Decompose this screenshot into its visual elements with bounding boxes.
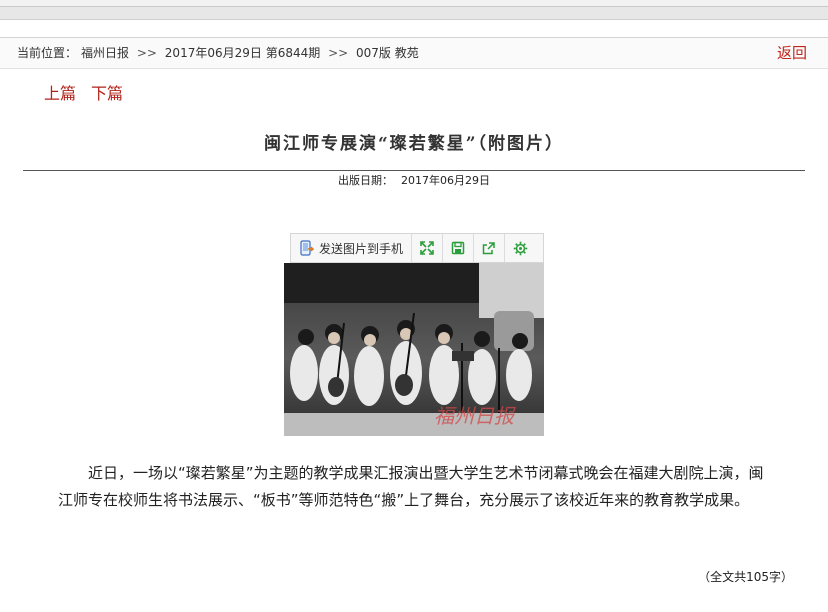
breadcrumb-item-newspaper[interactable]: 福州日报 [81, 46, 129, 60]
back-link[interactable]: 返回 [777, 43, 807, 63]
article-body: 近日，一场以“璨若繁星”为主题的教学成果汇报演出暨大学生艺术节闭幕式晚会在福建大… [58, 464, 764, 509]
share-button[interactable] [474, 234, 506, 262]
image-toolbar: 发送图片到手机 [290, 233, 544, 263]
save-image-button[interactable] [443, 234, 475, 262]
breadcrumb-separator: >> [328, 46, 349, 60]
performance-photo: 福州日报 [284, 263, 544, 436]
publish-date: 出版日期： 2017年06月29日 [0, 173, 828, 189]
publish-date-value: 2017年06月29日 [401, 174, 490, 187]
send-to-phone-button[interactable]: 发送图片到手机 [291, 234, 413, 262]
save-icon [451, 241, 465, 255]
article-title: 闽江师专展演“璨若繁星”（附图片） [263, 134, 565, 154]
share-icon [482, 242, 495, 255]
publish-date-label: 出版日期： [338, 174, 393, 187]
fullscreen-icon [420, 241, 434, 255]
word-count: （全文共105字） [698, 570, 793, 584]
breadcrumb-item-issue[interactable]: 2017年06月29日 第6844期 [165, 46, 320, 60]
breadcrumb-item-page[interactable]: 007版 教苑 [356, 46, 419, 60]
title-divider [23, 170, 805, 171]
article-pager: 上篇 下篇 [44, 84, 138, 104]
article-photo[interactable]: 福州日报 [284, 263, 544, 436]
breadcrumb: 当前位置： 福州日报 >> 2017年06月29日 第6844期 >> 007版 … [17, 45, 423, 61]
settings-button[interactable] [505, 234, 535, 262]
breadcrumb-bar: 当前位置： 福州日报 >> 2017年06月29日 第6844期 >> 007版 … [0, 37, 828, 69]
send-to-phone-label: 发送图片到手机 [319, 241, 404, 256]
prev-article-link[interactable]: 上篇 [44, 84, 76, 103]
breadcrumb-location-label: 当前位置： [17, 46, 78, 60]
phone-send-icon [300, 240, 314, 256]
browser-top-bar [0, 0, 828, 20]
breadcrumb-separator: >> [136, 46, 157, 60]
next-article-link[interactable]: 下篇 [91, 84, 123, 103]
photo-watermark: 福州日报 [434, 406, 516, 428]
fullscreen-button[interactable] [412, 234, 444, 262]
settings-icon [513, 241, 527, 255]
